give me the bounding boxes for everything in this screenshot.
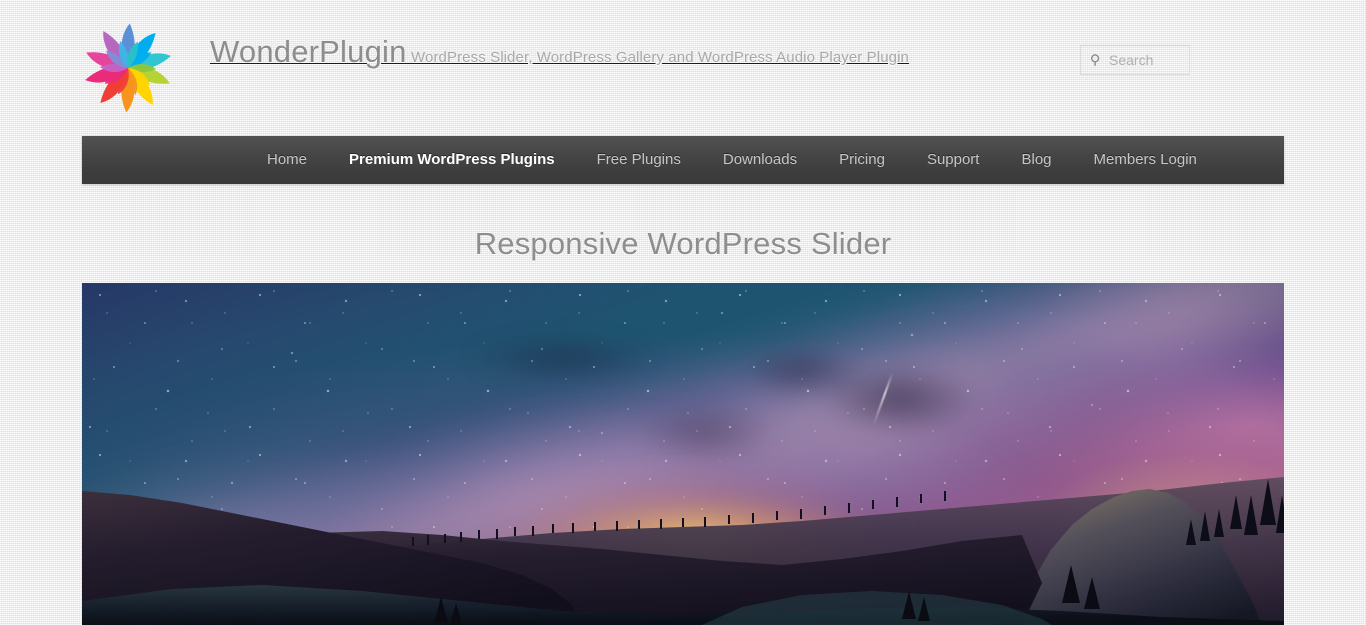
site-title: WonderPlugin: [210, 34, 407, 69]
nav-list: Home Premium WordPress Plugins Free Plug…: [82, 136, 1284, 184]
nav-item-members-login[interactable]: Members Login: [1073, 136, 1218, 184]
nav-item-home[interactable]: Home: [246, 136, 328, 184]
page-title: Responsive WordPress Slider: [474, 226, 892, 261]
mountain-silhouette: [82, 477, 1284, 625]
search-icon: [1090, 54, 1103, 67]
site-description: WordPress Slider, WordPress Gallery and …: [411, 49, 909, 66]
pinwheel-logo-icon: [82, 22, 174, 114]
primary-navigation: Home Premium WordPress Plugins Free Plug…: [82, 136, 1284, 184]
nav-item-premium-wordpress-plugins[interactable]: Premium WordPress Plugins: [328, 136, 576, 184]
page-root: WonderPlugin WordPress Slider, WordPress…: [0, 0, 1366, 625]
site-branding-link[interactable]: WonderPlugin WordPress Slider, WordPress…: [82, 22, 909, 114]
slider-slide-1[interactable]: [82, 283, 1284, 625]
nav-item-downloads[interactable]: Downloads: [702, 136, 818, 184]
site-header: WonderPlugin WordPress Slider, WordPress…: [82, 0, 1284, 136]
responsive-slider[interactable]: [82, 283, 1284, 625]
nav-item-support[interactable]: Support: [906, 136, 1001, 184]
search-form[interactable]: [1080, 45, 1190, 75]
nav-item-blog[interactable]: Blog: [1000, 136, 1072, 184]
search-container: [1080, 45, 1190, 75]
main-content: Responsive WordPress Slider: [82, 184, 1284, 262]
nav-item-free-plugins[interactable]: Free Plugins: [576, 136, 702, 184]
nav-item-pricing[interactable]: Pricing: [818, 136, 906, 184]
branding-text: WonderPlugin WordPress Slider, WordPress…: [210, 22, 909, 69]
